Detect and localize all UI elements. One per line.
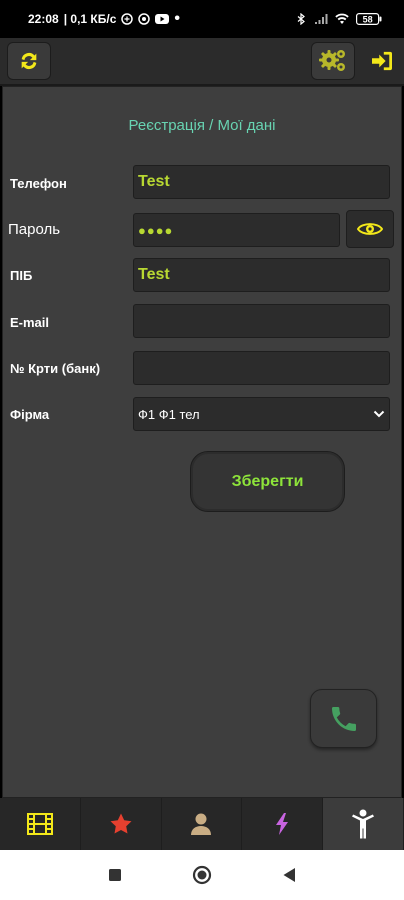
status-time: 22:08: [28, 12, 59, 26]
phone-label: Телефон: [10, 176, 67, 191]
page-title: Реєстрація / Мої дані: [128, 117, 276, 134]
email-input[interactable]: [133, 304, 390, 338]
battery-icon: 58: [356, 13, 382, 25]
lightning-icon: [276, 813, 289, 835]
star-icon: [110, 813, 132, 834]
system-navigation-bar: [0, 850, 404, 900]
bottom-tab-bar: [0, 798, 404, 850]
card-number-input[interactable]: [133, 351, 390, 385]
call-button[interactable]: [310, 689, 377, 748]
save-button[interactable]: Зберегти: [190, 451, 345, 512]
password-input[interactable]: ●●●●: [133, 213, 340, 247]
password-label: Пароль: [8, 221, 61, 238]
tab-lightning[interactable]: [242, 798, 324, 850]
youtube-icon: [155, 14, 170, 24]
dot-icon: •: [174, 10, 180, 27]
status-bar: 22:08 | 0,1 КБ/с • 58: [0, 0, 404, 38]
status-net-speed: | 0,1 КБ/с: [63, 12, 117, 26]
settings-button[interactable]: [311, 42, 355, 80]
phone-icon: [331, 706, 356, 731]
battery-level: 58: [363, 15, 373, 25]
sign-in-icon: [372, 51, 392, 71]
full-name-label: ПІБ: [10, 268, 33, 283]
refresh-icon: [21, 52, 37, 70]
sign-in-button[interactable]: [360, 38, 404, 84]
show-password-button[interactable]: [346, 210, 394, 248]
full-name-input[interactable]: Test: [133, 258, 390, 292]
tab-films[interactable]: [0, 798, 81, 850]
eye-icon: [357, 223, 383, 235]
company-label: Фірма: [10, 407, 50, 422]
signal-icon: [315, 14, 328, 24]
company-select[interactable]: Ф1 Ф1 тел: [133, 397, 390, 431]
bluetooth-icon: [297, 13, 305, 25]
person-icon: [352, 809, 375, 839]
settings-gears-icon: [319, 50, 345, 71]
tab-favorites[interactable]: [80, 798, 162, 850]
tab-profile[interactable]: [161, 798, 243, 850]
phone-input[interactable]: Test: [133, 165, 390, 199]
card-number-label: № Крти (банк): [10, 361, 101, 376]
back-triangle-icon[interactable]: [282, 867, 296, 883]
at-icon: [138, 13, 151, 25]
chevron-down-icon: [373, 410, 385, 418]
top-toolbar: [0, 38, 404, 86]
wifi-icon: [335, 13, 349, 24]
refresh-button[interactable]: [7, 42, 51, 80]
square-icon[interactable]: [108, 868, 122, 882]
company-select-value: Ф1 Ф1 тел: [138, 406, 200, 422]
user-icon: [191, 813, 212, 835]
tab-personal[interactable]: [323, 798, 404, 850]
film-icon: [26, 813, 53, 835]
circle-icon[interactable]: [192, 865, 212, 885]
notification-icon: [121, 13, 134, 25]
email-label: E-mail: [10, 315, 50, 330]
